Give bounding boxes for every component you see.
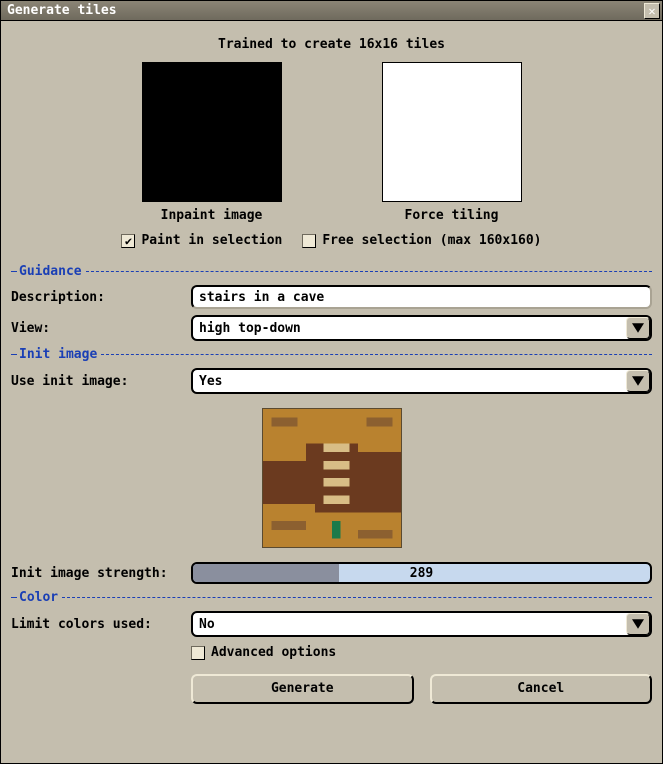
inpaint-thumbnail[interactable] — [142, 62, 282, 202]
view-value: high top-down — [199, 321, 301, 336]
section-guidance-label: Guidance — [19, 264, 82, 279]
limit-colors-row: Limit colors used: No — [11, 611, 652, 637]
inpaint-label: Inpaint image — [161, 208, 263, 223]
titlebar: Generate tiles ✕ — [1, 1, 662, 21]
force-column: Force tiling — [382, 62, 522, 223]
advanced-options-label: Advanced options — [211, 645, 336, 660]
view-row: View: high top-down — [11, 315, 652, 341]
view-label: View: — [11, 321, 191, 336]
window-title: Generate tiles — [7, 3, 117, 18]
checkbox-icon: ✔ — [121, 234, 135, 248]
preview-row: Inpaint image Force tiling — [11, 62, 652, 223]
strength-slider[interactable]: 289 — [191, 562, 652, 584]
close-icon: ✕ — [648, 5, 655, 17]
description-label: Description: — [11, 290, 191, 305]
strength-row: Init image strength: 289 — [11, 562, 652, 584]
checkbox-icon — [302, 234, 316, 248]
chevron-down-icon — [626, 613, 650, 635]
advanced-options-checkbox[interactable]: Advanced options — [191, 645, 336, 660]
free-selection-label: Free selection (max 160x160) — [322, 233, 541, 248]
free-selection-checkbox[interactable]: Free selection (max 160x160) — [302, 233, 541, 248]
limit-colors-select[interactable]: No — [191, 611, 652, 637]
generate-button[interactable]: Generate — [191, 674, 414, 704]
section-color-label: Color — [19, 590, 58, 605]
paint-in-selection-checkbox[interactable]: ✔ Paint in selection — [121, 233, 282, 248]
trained-header: Trained to create 16x16 tiles — [11, 37, 652, 52]
use-init-value: Yes — [199, 374, 222, 389]
dialog-content: Trained to create 16x16 tiles Inpaint im… — [1, 21, 662, 763]
limit-colors-value: No — [199, 617, 215, 632]
use-init-select[interactable]: Yes — [191, 368, 652, 394]
strength-value: 289 — [193, 564, 650, 582]
section-init-label: Init image — [19, 347, 97, 362]
strength-label: Init image strength: — [11, 566, 191, 581]
init-image-preview — [11, 408, 652, 548]
paint-in-selection-label: Paint in selection — [141, 233, 282, 248]
force-thumbnail[interactable] — [382, 62, 522, 202]
use-init-label: Use init image: — [11, 374, 191, 389]
close-button[interactable]: ✕ — [644, 3, 660, 19]
dialog-window: Generate tiles ✕ Trained to create 16x16… — [0, 0, 663, 764]
description-row: Description: — [11, 285, 652, 309]
section-color: Color — [11, 590, 652, 605]
init-image-thumbnail[interactable] — [262, 408, 402, 548]
checkbox-icon — [191, 646, 205, 660]
use-init-row: Use init image: Yes — [11, 368, 652, 394]
selection-options: ✔ Paint in selection Free selection (max… — [11, 233, 652, 248]
view-select[interactable]: high top-down — [191, 315, 652, 341]
inpaint-column: Inpaint image — [142, 62, 282, 223]
chevron-down-icon — [626, 370, 650, 392]
force-label: Force tiling — [405, 208, 499, 223]
limit-colors-label: Limit colors used: — [11, 617, 191, 632]
section-guidance: Guidance — [11, 264, 652, 279]
description-input[interactable] — [191, 285, 652, 309]
chevron-down-icon — [626, 317, 650, 339]
button-row: Generate Cancel — [11, 674, 652, 704]
section-init-image: Init image — [11, 347, 652, 362]
cancel-button[interactable]: Cancel — [430, 674, 653, 704]
